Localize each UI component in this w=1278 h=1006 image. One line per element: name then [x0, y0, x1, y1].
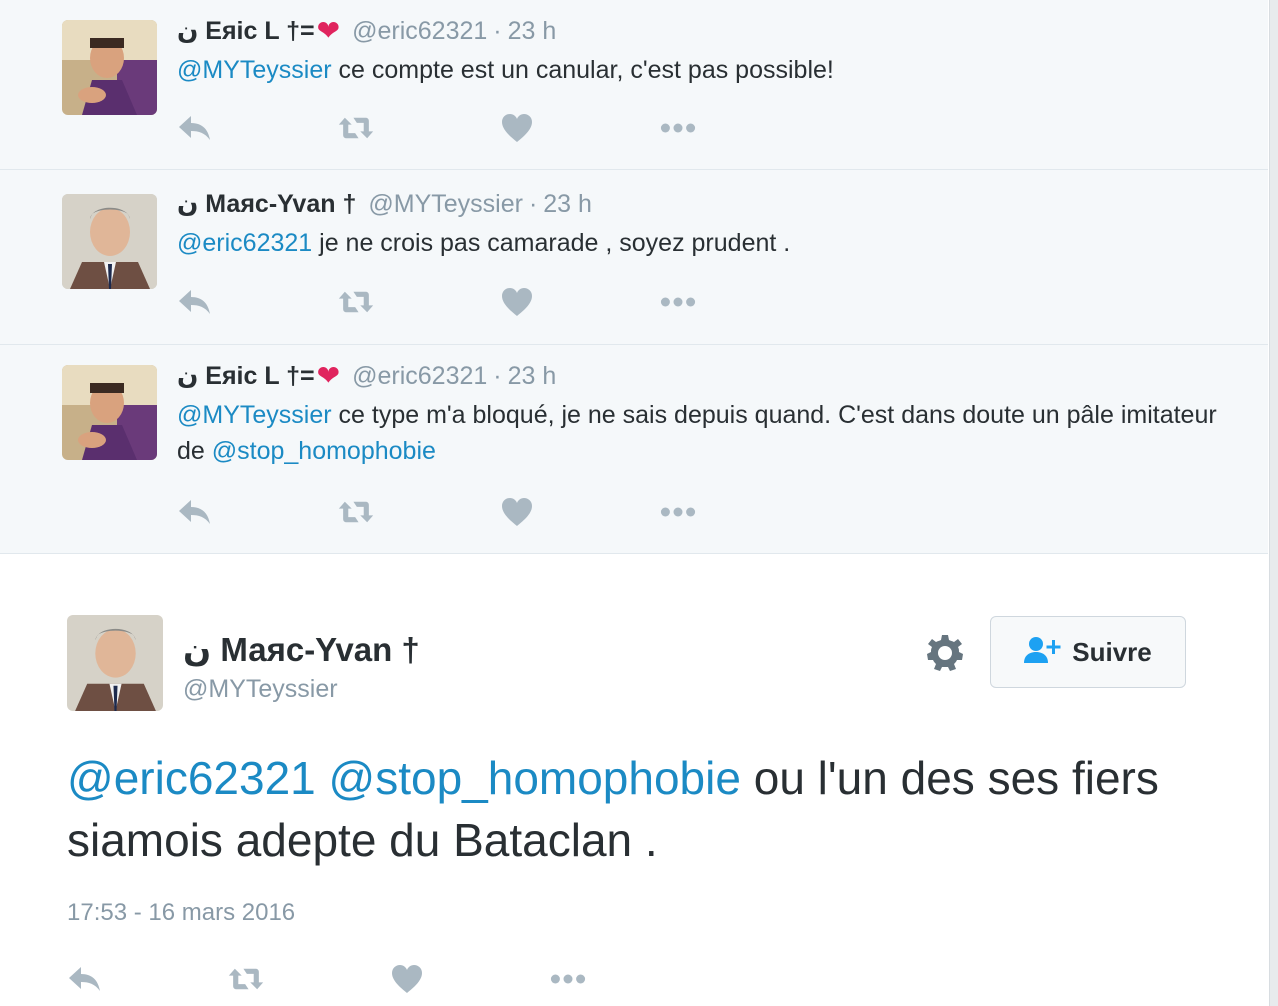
- reply-tweet[interactable]: ن Маяс-Yvan † @MYTeyssier · 23 h @eric62…: [0, 170, 1268, 345]
- scrollbar-track[interactable]: [1269, 0, 1278, 1006]
- more-icon[interactable]: [660, 494, 696, 530]
- retweet-icon[interactable]: [338, 494, 374, 530]
- reply-icon[interactable]: [67, 961, 103, 997]
- tweet-time[interactable]: 23 h: [543, 189, 592, 219]
- author-name[interactable]: ن Маяс-Yvan †: [177, 189, 356, 219]
- follow-label: Suivre: [1072, 636, 1152, 667]
- tweet-text-segment: [316, 752, 329, 804]
- tweet-actions: [177, 284, 696, 320]
- more-icon[interactable]: [660, 284, 696, 320]
- heart-emoji-icon: ❤: [316, 360, 341, 391]
- tweet-text: @MYTeyssier ce type m'a bloqué, je ne sa…: [177, 397, 1228, 469]
- avatar[interactable]: [62, 20, 157, 115]
- tweet-text: @eric62321 @stop_homophobie ou l'un des …: [67, 747, 1167, 871]
- tweet-actions: [67, 961, 586, 997]
- retweet-icon[interactable]: [338, 284, 374, 320]
- retweet-icon[interactable]: [338, 110, 374, 146]
- mention-link[interactable]: @stop_homophobie: [329, 752, 741, 804]
- tweet-time[interactable]: 23 h: [508, 16, 557, 46]
- author-screen-name[interactable]: @MYTeyssier: [183, 675, 338, 704]
- heart-icon[interactable]: [389, 961, 425, 997]
- heart-icon[interactable]: [499, 284, 535, 320]
- mention-link[interactable]: @stop_homophobie: [212, 437, 436, 465]
- reply-tweet[interactable]: ن Eяic L †= ❤ @eric62321 · 23 h @MYTeyss…: [0, 0, 1268, 170]
- avatar[interactable]: [62, 194, 157, 289]
- tweet-text: @eric62321 je ne crois pas camarade , so…: [177, 225, 1228, 261]
- author-name[interactable]: ن Маяс-Yvan †: [183, 630, 420, 669]
- tweet-text-segment: ce compte est un canular, c'est pas poss…: [331, 56, 834, 84]
- separator-dot: ·: [493, 17, 502, 45]
- tweet-text: @MYTeyssier ce compte est un canular, c'…: [177, 52, 1228, 88]
- reply-icon[interactable]: [177, 494, 213, 530]
- author-name[interactable]: ن Eяic L †=: [177, 16, 315, 46]
- follow-user-icon: [1024, 636, 1062, 669]
- main-tweet: ن Маяс-Yvan † @MYTeyssier Suivre @eric62…: [0, 555, 1268, 1006]
- gear-icon[interactable]: [925, 633, 965, 673]
- more-icon[interactable]: [550, 961, 586, 997]
- mention-link[interactable]: @eric62321: [177, 229, 312, 257]
- retweet-icon[interactable]: [228, 961, 264, 997]
- tweet-text-segment: je ne crois pas camarade , soyez prudent…: [312, 229, 791, 257]
- follow-button[interactable]: Suivre: [990, 616, 1186, 688]
- tweet-time[interactable]: 23 h: [508, 361, 557, 391]
- author-screen-name[interactable]: @eric62321: [352, 361, 487, 391]
- reply-icon[interactable]: [177, 284, 213, 320]
- separator-dot: ·: [528, 190, 538, 218]
- avatar[interactable]: [67, 615, 163, 711]
- tweet-timestamp[interactable]: 17:53 - 16 mars 2016: [67, 899, 295, 927]
- tweet-conversation-page: ن Eяic L †= ❤ @eric62321 · 23 h @MYTeyss…: [0, 0, 1278, 1006]
- heart-emoji-icon: ❤: [316, 15, 341, 46]
- tweet-actions: [177, 494, 696, 530]
- author-screen-name[interactable]: @MYTeyssier: [368, 189, 523, 219]
- conversation: ن Eяic L †= ❤ @eric62321 · 23 h @MYTeyss…: [0, 0, 1268, 993]
- heart-icon[interactable]: [499, 110, 535, 146]
- separator-dot: ·: [493, 362, 502, 390]
- reply-icon[interactable]: [177, 110, 213, 146]
- author-screen-name[interactable]: @eric62321: [352, 16, 487, 46]
- more-icon[interactable]: [660, 110, 696, 146]
- avatar[interactable]: [62, 365, 157, 460]
- author-name[interactable]: ن Eяic L †=: [177, 361, 315, 391]
- reply-tweet[interactable]: ن Eяic L †= ❤ @eric62321 · 23 h @MYTeyss…: [0, 345, 1268, 554]
- mention-link[interactable]: @eric62321: [67, 752, 316, 804]
- heart-icon[interactable]: [499, 494, 535, 530]
- tweet-actions: [177, 110, 696, 146]
- mention-link[interactable]: @MYTeyssier: [177, 56, 332, 84]
- mention-link[interactable]: @MYTeyssier: [177, 401, 332, 429]
